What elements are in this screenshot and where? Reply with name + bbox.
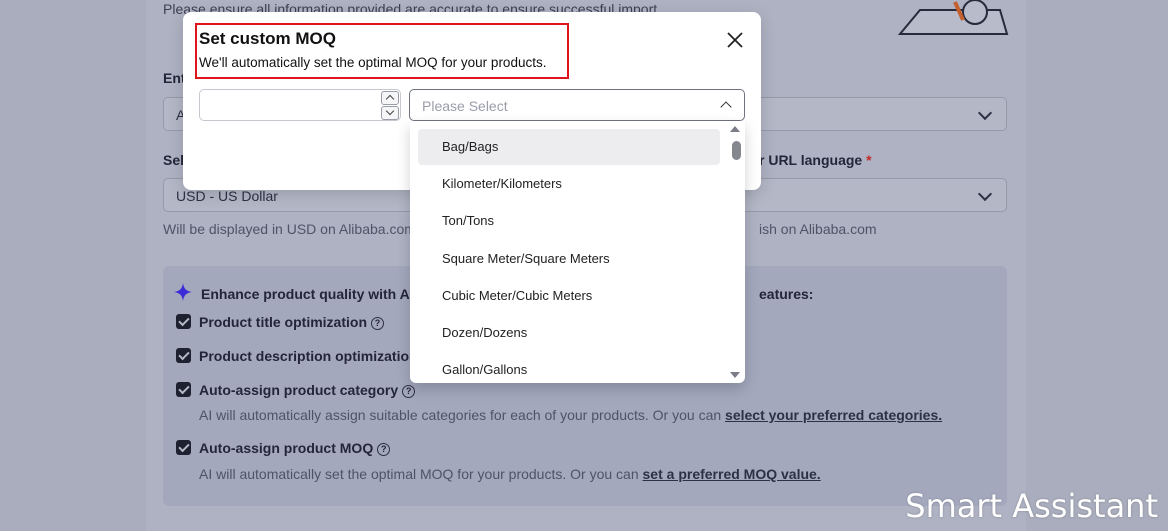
chevron-down-icon bbox=[977, 105, 993, 121]
help-icon[interactable]: ? bbox=[402, 385, 416, 398]
stepper-down-button[interactable] bbox=[381, 106, 399, 120]
currency-help-text: Will be displayed in USD on Alibaba.com bbox=[163, 221, 416, 237]
description-optimization-checkbox[interactable] bbox=[176, 348, 191, 363]
language-help-text: ish on Alibaba.com bbox=[759, 221, 877, 237]
currency-value: USD - US Dollar bbox=[176, 188, 278, 204]
scroll-down-arrow-icon[interactable] bbox=[730, 372, 740, 378]
watermark: Smart Assistant bbox=[905, 487, 1158, 525]
preferred-moq-link[interactable]: set a preferred MOQ value. bbox=[643, 466, 821, 482]
auto-category-label: Auto-assign product category? bbox=[199, 382, 416, 398]
unit-select-placeholder: Please Select bbox=[422, 98, 508, 114]
auto-moq-help: AI will automatically set the optimal MO… bbox=[199, 466, 821, 482]
help-icon[interactable]: ? bbox=[377, 443, 391, 456]
sparkle-icon bbox=[174, 283, 192, 301]
unit-option[interactable]: Square Meter/Square Meters bbox=[418, 241, 720, 277]
stepper-up-button[interactable] bbox=[381, 91, 399, 105]
enhance-title: Enhance product quality with AI S bbox=[201, 286, 427, 302]
chevron-up-icon bbox=[720, 101, 732, 113]
unit-option[interactable]: Gallon/Gallons bbox=[418, 352, 720, 383]
title-optimization-label: Product title optimization? bbox=[199, 314, 384, 330]
modal-subtitle: We'll automatically set the optimal MOQ … bbox=[199, 55, 547, 70]
unit-option[interactable]: Cubic Meter/Cubic Meters bbox=[418, 278, 720, 314]
field-label-left-2: Sel bbox=[163, 152, 185, 168]
enhance-title-tail: eatures: bbox=[759, 286, 814, 302]
auto-moq-label: Auto-assign product MOQ? bbox=[199, 440, 391, 456]
help-icon[interactable]: ? bbox=[371, 317, 384, 330]
description-optimization-label: Product description optimization bbox=[199, 348, 418, 364]
moq-unit-select[interactable]: Please Select bbox=[409, 89, 745, 121]
unit-option[interactable]: Bag/Bags bbox=[418, 129, 720, 165]
auto-category-checkbox[interactable] bbox=[176, 382, 191, 397]
scrollbar-thumb[interactable] bbox=[732, 141, 741, 160]
unit-option[interactable]: Dozen/Dozens bbox=[418, 315, 720, 351]
auto-category-help: AI will automatically assign suitable ca… bbox=[199, 407, 943, 423]
scroll-up-arrow-icon[interactable] bbox=[730, 126, 740, 132]
auto-moq-checkbox[interactable] bbox=[176, 440, 191, 455]
field-label-url-language: r URL language * bbox=[759, 152, 872, 168]
unit-option[interactable]: Kilometer/Kilometers bbox=[418, 166, 720, 202]
unit-dropdown-list: Bag/Bags Kilometer/Kilometers Ton/Tons S… bbox=[410, 121, 745, 383]
title-optimization-checkbox[interactable] bbox=[176, 314, 191, 329]
unit-option[interactable]: Ton/Tons bbox=[418, 203, 720, 239]
moq-quantity-input[interactable] bbox=[199, 89, 401, 121]
modal-title: Set custom MOQ bbox=[199, 29, 336, 48]
illustration-icon bbox=[897, 0, 1009, 35]
chevron-down-icon bbox=[977, 186, 993, 202]
close-icon[interactable] bbox=[724, 29, 746, 51]
preferred-categories-link[interactable]: select your preferred categories. bbox=[725, 407, 942, 423]
